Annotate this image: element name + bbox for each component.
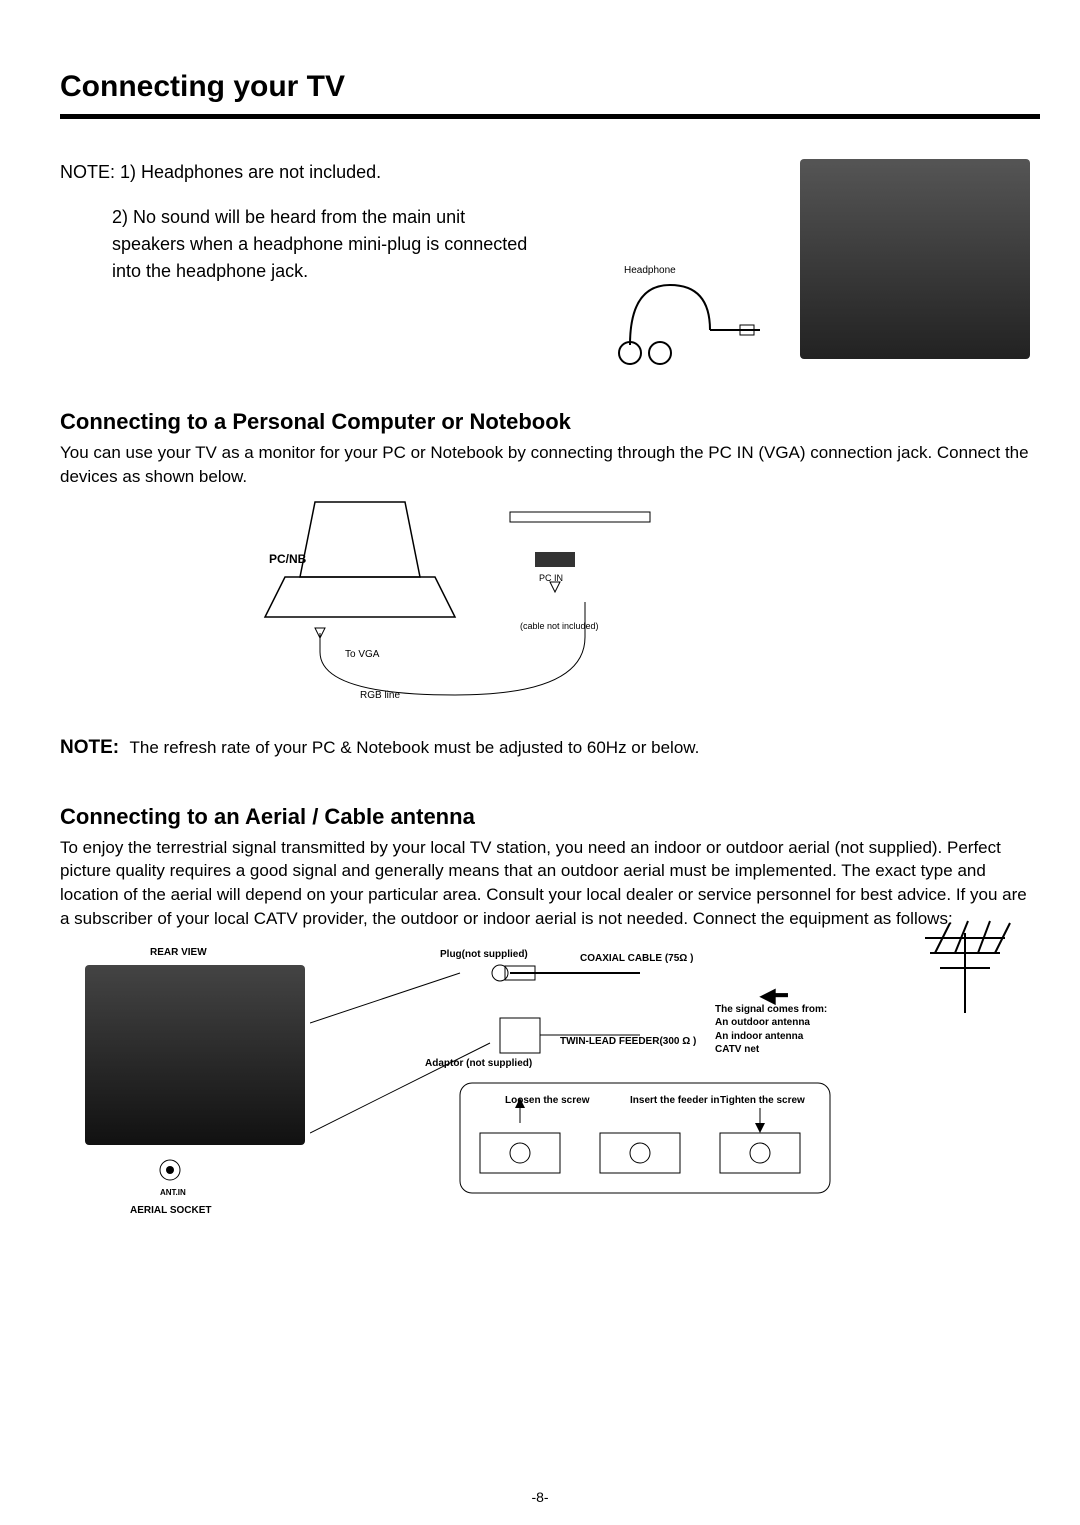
aerial-connection-diagram: REAR VIEW ANT.IN AERIAL SOCKET Plug(not … [60, 943, 1040, 1263]
headphone-icon [590, 275, 760, 375]
headphone-note-block: NOTE: 1) Headphones are not included. 2)… [60, 159, 1040, 379]
page-number: -8- [0, 1489, 1080, 1505]
section-aerial-title: Connecting to an Aerial / Cable antenna [60, 804, 1040, 830]
section-pc-body: You can use your TV as a monitor for you… [60, 441, 1040, 489]
section-pc-title: Connecting to a Personal Computer or Not… [60, 409, 1040, 435]
pc-connection-diagram: PC/NB To VGA RGB line PC IN (cable not i… [60, 497, 1040, 707]
page-title: Connecting your TV [60, 70, 1040, 104]
ant-in-jack-icon [158, 1158, 188, 1188]
antenna-icon [890, 903, 1040, 1023]
rgb-line-label: RGB line [360, 690, 400, 701]
to-vga-label: To VGA [345, 649, 379, 660]
refresh-rate-note: NOTE: The refresh rate of your PC & Note… [60, 737, 1040, 759]
manual-page: Connecting your TV NOTE: 1) Headphones a… [0, 0, 1080, 1525]
note-item-2: 2) No sound will be heard from the main … [60, 204, 530, 285]
note-item-1: NOTE: 1) Headphones are not included. [60, 159, 530, 186]
note-text-column: NOTE: 1) Headphones are not included. 2)… [60, 159, 530, 379]
tv-rear-photo [85, 965, 305, 1145]
cable-not-included-label: (cable not included) [520, 621, 599, 631]
aerial-socket-label: AERIAL SOCKET [130, 1205, 212, 1216]
ant-in-label: ANT.IN [160, 1188, 186, 1197]
note2-label: NOTE: [60, 737, 119, 758]
headphone-diagram: Headphone [590, 159, 1040, 379]
cable-lines-icon [310, 943, 860, 1223]
title-rule [60, 114, 1040, 119]
pc-in-label: PC IN [539, 573, 563, 583]
laptop-icon [255, 497, 675, 707]
rear-view-label: REAR VIEW [150, 947, 207, 958]
note2-text: The refresh rate of your PC & Notebook m… [130, 738, 700, 757]
tv-photo [800, 159, 1030, 359]
